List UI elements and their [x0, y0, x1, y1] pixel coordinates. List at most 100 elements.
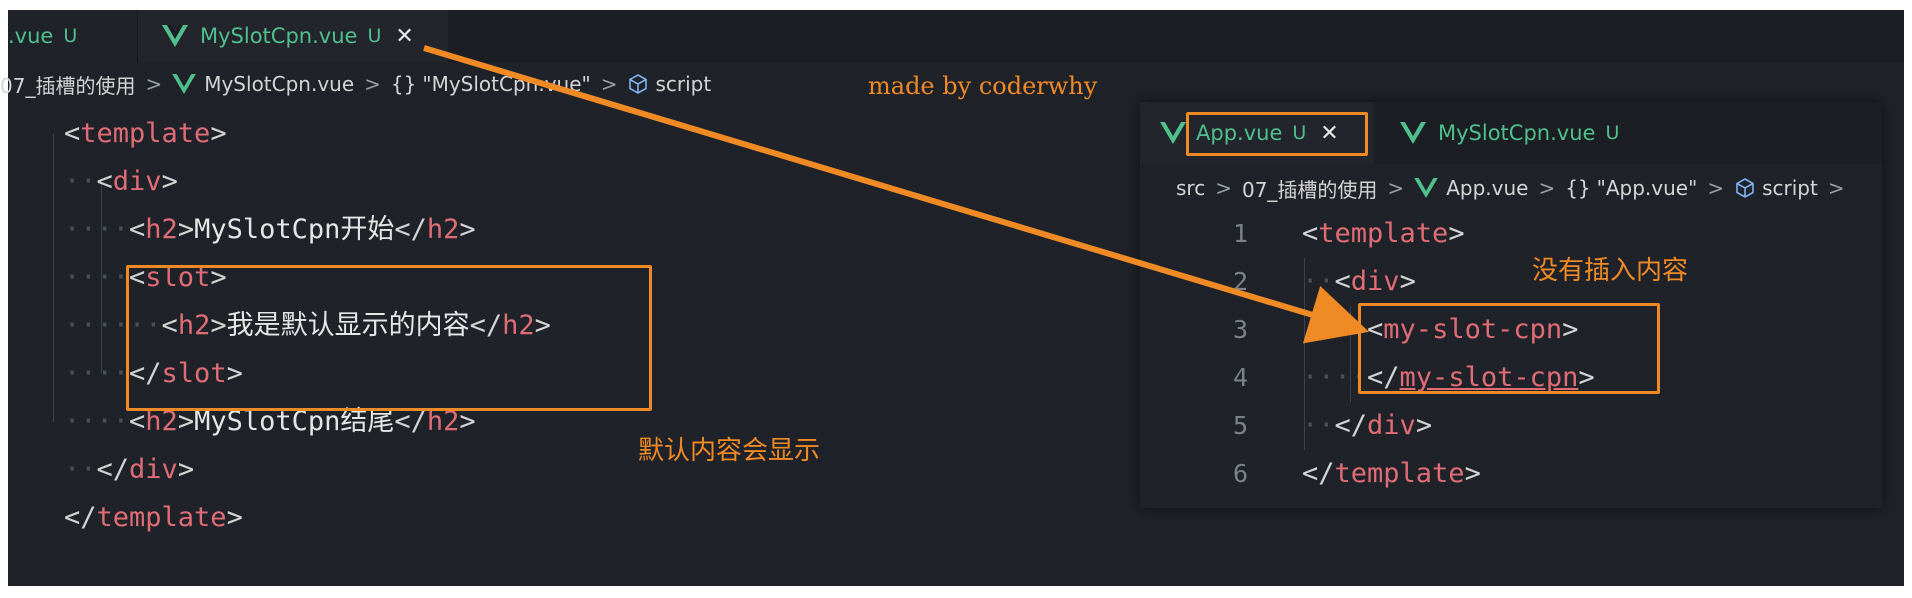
- untracked-badge: U: [63, 25, 78, 47]
- slot-highlight-box: [126, 265, 652, 411]
- braces-icon: {}: [1565, 176, 1591, 200]
- code-line[interactable]: ····<h2>MySlotCpn开始</h2>: [64, 206, 476, 254]
- vue-logo-icon: [1160, 122, 1186, 144]
- tag-bracket: >: [210, 118, 227, 149]
- tag-bracket: >: [226, 502, 243, 533]
- indent-dots: ····: [64, 358, 130, 389]
- vue-logo-icon: [172, 74, 197, 94]
- tag-name: div: [1350, 266, 1400, 297]
- tag-bracket: >: [177, 214, 195, 245]
- code-line[interactable]: ··</div>: [64, 446, 194, 494]
- breadcrumb-component[interactable]: "MySlotCpn.vue": [422, 72, 590, 96]
- tag-bracket: </: [394, 214, 427, 245]
- untracked-badge: U: [367, 25, 382, 47]
- tag-bracket: >: [161, 166, 178, 197]
- breadcrumb-section[interactable]: script: [655, 72, 711, 96]
- breadcrumb-component[interactable]: "App.vue": [1597, 176, 1698, 200]
- code-line[interactable]: </template>: [1302, 450, 1481, 498]
- tag-name: template: [96, 502, 227, 533]
- chevron-right-icon: >: [1538, 176, 1556, 200]
- text-content: MySlotCpn开始: [194, 214, 395, 245]
- breadcrumb-folder[interactable]: 07_插槽的使用: [0, 70, 135, 99]
- indent-dots: ····: [64, 262, 130, 293]
- tag-bracket: <: [1302, 218, 1319, 249]
- indent-dots: ····: [64, 406, 130, 437]
- chevron-right-icon: >: [145, 72, 163, 96]
- tag-name: template: [80, 118, 211, 149]
- indent-dots: ··: [64, 454, 97, 485]
- right-editor-pane: App.vue U ✕ MySlotCpn.vue U src > 07_插槽的…: [1140, 102, 1882, 508]
- line-number: 1: [1232, 219, 1248, 248]
- chevron-right-icon: >: [1215, 176, 1232, 200]
- tab-myslotcpn-vue[interactable]: MySlotCpn.vue U: [1374, 102, 1644, 164]
- indent-dots: ····: [64, 214, 130, 245]
- line-number: 2: [1232, 267, 1248, 296]
- breadcrumb-folder[interactable]: 07_插槽的使用: [1242, 174, 1377, 203]
- app-tab-highlight-box: [1186, 112, 1368, 156]
- breadcrumb-root[interactable]: src: [1176, 176, 1205, 200]
- tag-name: div: [129, 454, 178, 485]
- tag-bracket: <: [129, 214, 146, 245]
- close-icon[interactable]: ✕: [395, 24, 413, 49]
- tag-bracket: >: [1415, 410, 1433, 441]
- braces-icon: {}: [390, 72, 417, 96]
- tag-bracket: >: [177, 454, 195, 485]
- component-highlight-box: [1358, 303, 1660, 394]
- tag-bracket: >: [1448, 218, 1465, 249]
- cube-icon: [1736, 178, 1754, 198]
- tag-bracket: <: [1334, 266, 1351, 297]
- line-number: 4: [1232, 363, 1248, 392]
- indent-guide: [53, 134, 54, 422]
- tag-bracket: </: [64, 502, 97, 533]
- vue-logo-icon: [1400, 122, 1426, 144]
- code-line[interactable]: ··<div>: [1302, 258, 1416, 306]
- chevron-right-icon: >: [1827, 176, 1845, 200]
- cube-icon: [629, 74, 648, 94]
- tab-label: MySlotCpn.vue: [200, 24, 358, 48]
- code-line[interactable]: <template>: [64, 110, 227, 158]
- tag-bracket: >: [459, 214, 476, 245]
- tag-bracket: </: [1334, 410, 1368, 441]
- tag-bracket: >: [1464, 458, 1481, 489]
- vue-logo-icon: [1414, 178, 1439, 198]
- tag-bracket: <: [64, 118, 81, 149]
- code-line[interactable]: </template>: [64, 494, 243, 542]
- chevron-right-icon: >: [1707, 176, 1725, 200]
- tab-myslotcpn-vue[interactable]: MySlotCpn.vue U ✕: [138, 10, 448, 62]
- tag-bracket: >: [1399, 266, 1416, 297]
- vue-logo-icon: [162, 25, 188, 47]
- indent-dots: ··: [1302, 410, 1335, 441]
- annotation-default-shown: 默认内容会显示: [638, 436, 821, 466]
- tag-name: div: [1367, 410, 1416, 441]
- tag-bracket: <: [96, 166, 113, 197]
- line-number: 5: [1232, 411, 1248, 440]
- chevron-right-icon: >: [364, 72, 381, 96]
- tab-label: .vue: [8, 24, 54, 48]
- chevron-right-icon: >: [1387, 176, 1405, 200]
- breadcrumb: src > 07_插槽的使用 > App.vue > {} "App.vue" …: [1176, 166, 1855, 210]
- tag-name: div: [112, 166, 162, 197]
- code-line[interactable]: <template>: [1302, 210, 1465, 258]
- tag-name: h2: [426, 214, 460, 245]
- tag-name: template: [1334, 458, 1465, 489]
- line-number: 3: [1232, 315, 1248, 344]
- watermark: made by coderwhy: [868, 72, 1098, 100]
- indent-dots: ··: [1302, 266, 1335, 297]
- breadcrumb-file[interactable]: MySlotCpn.vue: [204, 72, 354, 96]
- left-tab-bar: .vue U MySlotCpn.vue U ✕: [8, 10, 1904, 62]
- code-line[interactable]: ··</div>: [1302, 402, 1432, 450]
- tag-name: template: [1318, 218, 1449, 249]
- code-line[interactable]: ··<div>: [64, 158, 178, 206]
- untracked-badge: U: [1605, 122, 1620, 144]
- tag-bracket: </: [96, 454, 130, 485]
- indent-dots: ··: [64, 166, 97, 197]
- line-number: 6: [1232, 459, 1248, 488]
- breadcrumb-file[interactable]: App.vue: [1446, 176, 1528, 200]
- breadcrumb-section[interactable]: script: [1762, 176, 1818, 200]
- tab-app-vue-partial[interactable]: .vue U: [8, 10, 138, 62]
- chevron-right-icon: >: [600, 72, 618, 96]
- tag-name: h2: [145, 214, 178, 245]
- tab-label: MySlotCpn.vue: [1438, 121, 1596, 145]
- annotation-no-content: 没有插入内容: [1532, 256, 1689, 286]
- tag-bracket: </: [1302, 458, 1335, 489]
